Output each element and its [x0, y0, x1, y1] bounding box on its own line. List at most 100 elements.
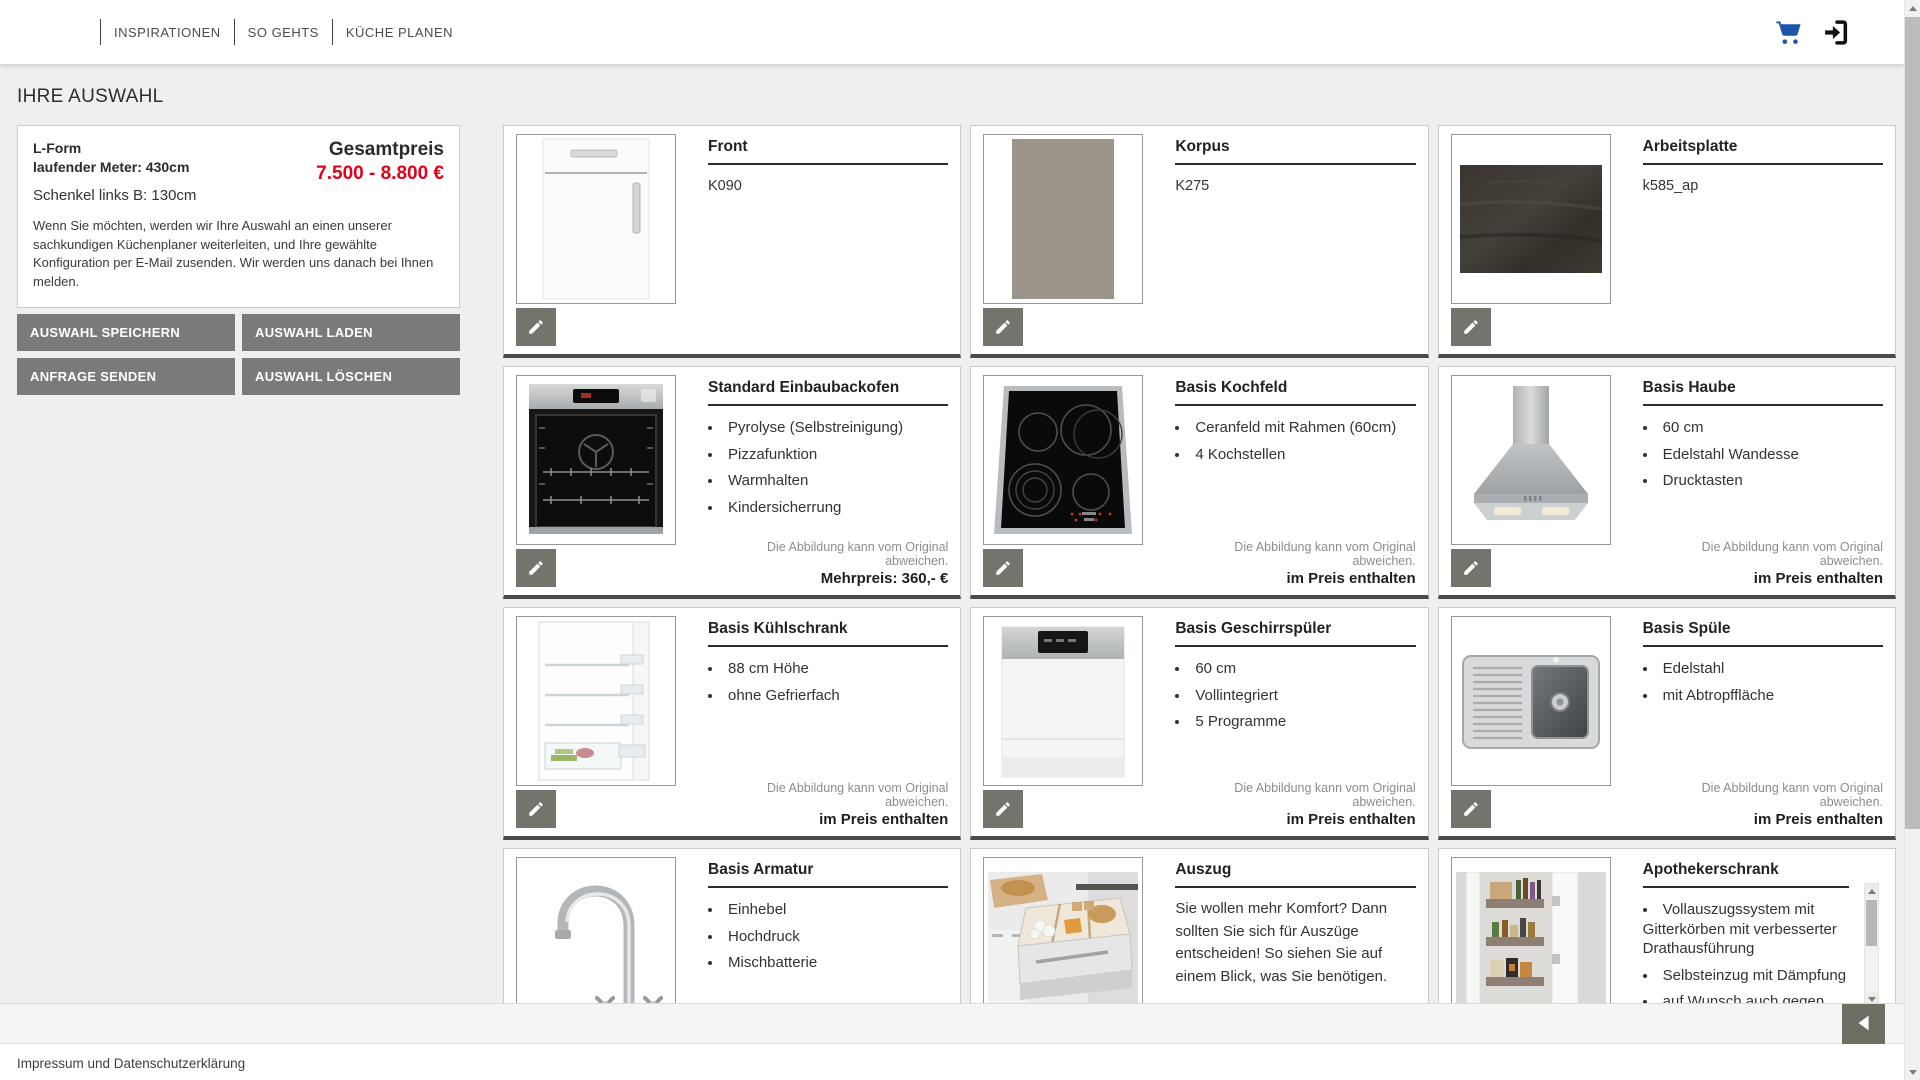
price-note: im Preis enthalten: [1643, 811, 1883, 828]
card-spuele: Basis Spüle Edelstahl mit Abtropffläche …: [1438, 607, 1896, 840]
kitchen-form: L-Form: [33, 139, 196, 158]
feature-list: 88 cm Höhe ohne Gefrierfach: [708, 659, 948, 712]
card-title: Front: [708, 134, 948, 165]
save-selection-button[interactable]: AUSWAHL SPEICHERN: [17, 314, 235, 351]
scroll-down-icon[interactable]: [1865, 992, 1878, 1003]
card-haube: Basis Haube 60 cm Edelstahl Wandesse Dru…: [1438, 366, 1896, 599]
delete-selection-button[interactable]: AUSWAHL LÖSCHEN: [242, 358, 460, 395]
price-note: Mehrpreis: 360,- €: [708, 570, 948, 587]
arbeitsplatte-image: [1451, 134, 1623, 346]
card-kochfeld: Basis Kochfeld Ceranfeld mit Rahmen (60c…: [970, 366, 1428, 599]
product-code: K275: [1175, 178, 1415, 194]
scroll-up-icon[interactable]: [1905, 0, 1920, 16]
feature-list: Einhebel Hochdruck Mischbatterie: [708, 900, 948, 980]
price-note: im Preis enthalten: [1175, 570, 1415, 587]
footer: Impressum und Datenschutzerklärung: [0, 1044, 1904, 1080]
armatur-image: [516, 857, 676, 1003]
feature-list: Ceranfeld mit Rahmen (60cm) 4 Kochstelle…: [1175, 418, 1415, 471]
content-area: L-Form laufender Meter: 430cm Schenkel l…: [0, 125, 1904, 1003]
image-disclaimer: Die Abbildung kann vom Original abweiche…: [1643, 781, 1883, 809]
edit-button[interactable]: [1451, 549, 1491, 587]
card-title: Arbeitsplatte: [1643, 134, 1883, 165]
header: INSPIRATIONEN SO GEHTS KÜCHE PLANEN: [0, 0, 1904, 64]
image-disclaimer: Die Abbildung kann vom Original abweiche…: [708, 781, 948, 809]
nav-divider: [234, 19, 235, 45]
edit-button[interactable]: [983, 308, 1023, 346]
apothekerschrank-image: [1451, 857, 1611, 1003]
nav-divider: [100, 19, 101, 45]
card-description: Sie wollen mehr Komfort? Dann sollten Si…: [1175, 898, 1415, 988]
summary-info-text: Wenn Sie möchten, werden wir Ihre Auswah…: [33, 217, 444, 292]
main-nav: INSPIRATIONEN SO GEHTS KÜCHE PLANEN: [87, 0, 453, 64]
feature-list: Edelstahl mit Abtropffläche: [1643, 659, 1883, 712]
nav-divider: [332, 19, 333, 45]
card-title: Auszug: [1175, 857, 1415, 888]
summary-panel: L-Form laufender Meter: 430cm Schenkel l…: [17, 125, 460, 308]
edit-button[interactable]: [516, 308, 556, 346]
feature-list: Vollauszugssystem mit Gitterkörben mit v…: [1643, 900, 1849, 1003]
edit-button[interactable]: [1451, 790, 1491, 828]
login-icon[interactable]: [1823, 19, 1850, 46]
send-request-button[interactable]: ANFRAGE SENDEN: [17, 358, 235, 395]
header-icons: [1775, 0, 1850, 64]
total-price-value: 7.500 - 8.800 €: [316, 163, 444, 185]
feature-list: Pyrolyse (Selbstreinigung) Pizzafunktion…: [708, 418, 948, 524]
card-geschirrspueler: Basis Geschirrspüler 60 cm Vollintegrier…: [970, 607, 1428, 840]
impressum-link[interactable]: Impressum und Datenschutzerklärung: [17, 1056, 245, 1071]
spuele-image: [1451, 616, 1611, 786]
front-image: [516, 134, 676, 304]
backofen-image: [516, 375, 676, 545]
geschirrspueler-image: [983, 616, 1143, 786]
cart-icon[interactable]: [1775, 19, 1802, 46]
nav-kueche-planen[interactable]: KÜCHE PLANEN: [346, 25, 453, 40]
card-scrollbar[interactable]: [1864, 883, 1879, 1003]
main-scrollbar[interactable]: [1904, 0, 1920, 1080]
product-grid: Front K090 Korpus K275: [503, 125, 1896, 1003]
price-note: im Preis enthalten: [1643, 570, 1883, 587]
scroll-down-icon[interactable]: [1905, 1064, 1920, 1080]
feature-list: 60 cm Vollintegriert 5 Programme: [1175, 659, 1415, 739]
price-note: im Preis enthalten: [1175, 811, 1415, 828]
load-selection-button[interactable]: AUSWAHL LADEN: [242, 314, 460, 351]
card-auszug: Auszug Sie wollen mehr Komfort? Dann sol…: [970, 848, 1428, 1003]
card-apothekerschrank: Apothekerschrank Vollauszugssystem mit G…: [1438, 848, 1896, 1003]
image-disclaimer: Die Abbildung kann vom Original abweiche…: [1175, 781, 1415, 809]
page-title-bar: IHRE AUSWAHL: [0, 64, 1904, 125]
feature-list: 60 cm Edelstahl Wandesse Drucktasten: [1643, 418, 1883, 498]
edit-button[interactable]: [516, 549, 556, 587]
product-code: k585_ap: [1643, 178, 1883, 194]
haube-image: [1451, 375, 1611, 545]
edit-button[interactable]: [983, 790, 1023, 828]
card-title: Basis Geschirrspüler: [1175, 616, 1415, 647]
card-title: Basis Spüle: [1643, 616, 1883, 647]
leg-left: Schenkel links B: 130cm: [33, 187, 196, 204]
card-title: Korpus: [1175, 134, 1415, 165]
edit-button[interactable]: [983, 549, 1023, 587]
nav-so-gehts[interactable]: SO GEHTS: [248, 25, 319, 40]
image-disclaimer: Die Abbildung kann vom Original abweiche…: [1175, 540, 1415, 568]
card-title: Standard Einbaubackofen: [708, 375, 948, 406]
kuehlschrank-image: [516, 616, 676, 786]
card-title: Basis Kochfeld: [1175, 375, 1415, 406]
bottom-bar: [0, 1003, 1904, 1044]
scrollbar-thumb[interactable]: [1905, 17, 1920, 829]
scrollbar-thumb[interactable]: [1866, 900, 1877, 946]
back-button[interactable]: [1842, 1004, 1885, 1044]
card-korpus: Korpus K275: [970, 125, 1428, 358]
auszug-image: [983, 857, 1143, 1003]
kochfeld-image: [983, 375, 1143, 545]
nav-inspirationen[interactable]: INSPIRATIONEN: [114, 25, 221, 40]
edit-button[interactable]: [516, 790, 556, 828]
card-front: Front K090: [503, 125, 961, 358]
card-title: Apothekerschrank: [1643, 857, 1849, 888]
product-code: K090: [708, 178, 948, 194]
image-disclaimer: Die Abbildung kann vom Original abweiche…: [1643, 540, 1883, 568]
card-backofen: Standard Einbaubackofen Pyrolyse (Selbst…: [503, 366, 961, 599]
card-title: Basis Kühlschrank: [708, 616, 948, 647]
scroll-up-icon[interactable]: [1865, 884, 1878, 898]
edit-button[interactable]: [1451, 308, 1491, 346]
card-armatur: Basis Armatur Einhebel Hochdruck Mischba…: [503, 848, 961, 1003]
running-meter: laufender Meter: 430cm: [33, 158, 196, 177]
card-title: Basis Haube: [1643, 375, 1883, 406]
page-root: INSPIRATIONEN SO GEHTS KÜCHE PLANEN IHRE…: [0, 0, 1904, 1080]
